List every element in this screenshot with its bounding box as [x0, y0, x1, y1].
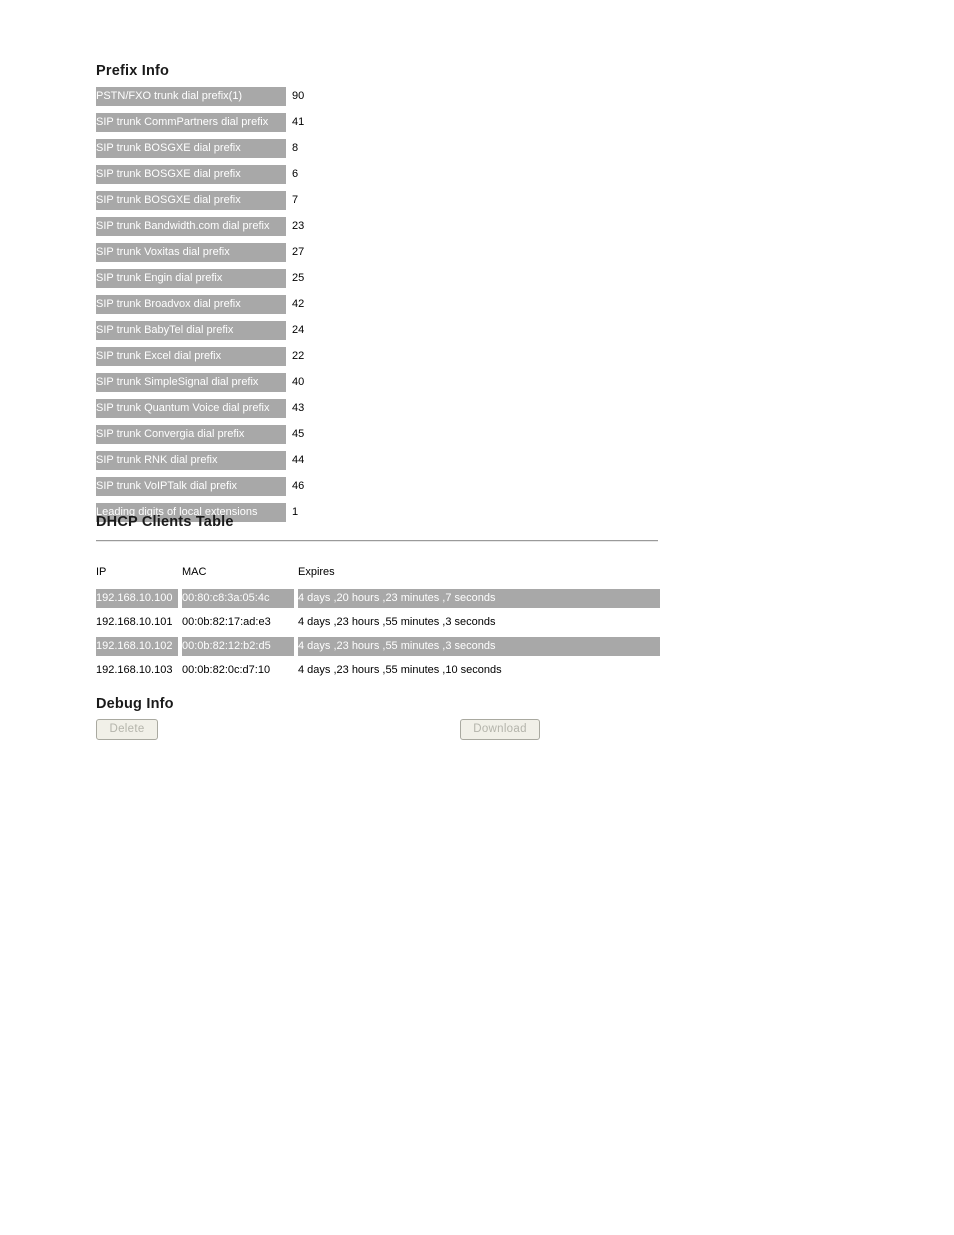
prefix-value: 24	[292, 324, 305, 336]
prefix-row: SIP trunk RNK dial prefix 44	[96, 451, 406, 470]
prefix-value: 40	[292, 376, 305, 388]
prefix-row: PSTN/FXO trunk dial prefix(1) 90	[96, 87, 406, 106]
spacer-row	[96, 392, 406, 399]
dhcp-table-header-row: IP MAC Expires	[96, 564, 660, 581]
spacer-row	[96, 418, 406, 425]
prefix-label: SIP trunk BOSGXE dial prefix	[96, 191, 286, 210]
prefix-value: 6	[292, 168, 299, 180]
prefix-value: 22	[292, 350, 305, 362]
prefix-value: 7	[292, 194, 299, 206]
prefix-label: SIP trunk BabyTel dial prefix	[96, 321, 286, 340]
column-header-ip: IP	[96, 566, 107, 578]
dhcp-cell-expires: 4 days ,23 hours ,55 minutes ,3 seconds	[298, 637, 660, 656]
prefix-value: 45	[292, 428, 305, 440]
spacer-row	[96, 470, 406, 477]
prefix-info-table: PSTN/FXO trunk dial prefix(1) 90 SIP trunk…	[96, 87, 406, 522]
prefix-row: SIP trunk Quantum Voice dial prefix 43	[96, 399, 406, 418]
prefix-value: 43	[292, 402, 305, 414]
prefix-row: SIP trunk Excel dial prefix 22	[96, 347, 406, 366]
table-row: 192.168.10.103 00:0b:82:0c:d7:10 4 days ,2…	[96, 661, 660, 680]
prefix-label: SIP trunk CommPartners dial prefix	[96, 113, 286, 132]
dhcp-cell-mac: 00:0b:82:0c:d7:10	[182, 664, 271, 676]
debug-info-section: Debug Info Delete Download	[96, 696, 556, 741]
dhcp-cell-mac: 00:0b:82:17:ad:e3	[182, 616, 271, 628]
prefix-label: SIP trunk Excel dial prefix	[96, 347, 286, 366]
prefix-label: SIP trunk Voxitas dial prefix	[96, 243, 286, 262]
prefix-label: SIP trunk BOSGXE dial prefix	[96, 165, 286, 184]
table-row: 192.168.10.102 00:0b:82:12:b2:d5 4 days ,2…	[96, 637, 660, 656]
prefix-label: SIP trunk SimpleSignal dial prefix	[96, 373, 286, 392]
column-header-expires: Expires	[298, 566, 335, 578]
prefix-label: SIP trunk Quantum Voice dial prefix	[96, 399, 286, 418]
dhcp-cell-mac: 00:80:c8:3a:05:4c	[182, 589, 294, 608]
prefix-row: SIP trunk Broadvox dial prefix 42	[96, 295, 406, 314]
table-row: 192.168.10.100 00:80:c8:3a:05:4c 4 days ,2…	[96, 589, 660, 608]
prefix-label: SIP trunk BOSGXE dial prefix	[96, 139, 286, 158]
prefix-value: 90	[292, 90, 305, 102]
prefix-row: SIP trunk BOSGXE dial prefix 8	[96, 139, 406, 158]
column-header-mac: MAC	[182, 566, 207, 578]
prefix-row: SIP trunk BOSGXE dial prefix 7	[96, 191, 406, 210]
prefix-row: SIP trunk BabyTel dial prefix 24	[96, 321, 406, 340]
dhcp-cell-expires: 4 days ,20 hours ,23 minutes ,7 seconds	[298, 589, 660, 608]
prefix-row: SIP trunk SimpleSignal dial prefix 40	[96, 373, 406, 392]
prefix-row: SIP trunk Convergia dial prefix 45	[96, 425, 406, 444]
prefix-value: 46	[292, 480, 305, 492]
prefix-label: PSTN/FXO trunk dial prefix(1)	[96, 87, 286, 106]
prefix-value: 23	[292, 220, 305, 232]
prefix-value: 44	[292, 454, 305, 466]
prefix-label: SIP trunk Engin dial prefix	[96, 269, 286, 288]
dhcp-clients-section: DHCP Clients Table IP MAC Expires 192.16…	[96, 514, 660, 680]
dhcp-clients-heading: DHCP Clients Table	[96, 514, 234, 530]
prefix-value: 27	[292, 246, 305, 258]
table-row: 192.168.10.101 00:0b:82:17:ad:e3 4 days ,2…	[96, 613, 660, 632]
prefix-row: SIP trunk VoIPTalk dial prefix 46	[96, 477, 406, 496]
prefix-value: 42	[292, 298, 305, 310]
dhcp-cell-ip: 192.168.10.102	[96, 637, 178, 656]
dhcp-cell-mac: 00:0b:82:12:b2:d5	[182, 637, 294, 656]
spacer-row	[96, 314, 406, 321]
spacer-row	[96, 340, 406, 347]
spacer-row	[96, 288, 406, 295]
prefix-row: SIP trunk Engin dial prefix 25	[96, 269, 406, 288]
prefix-info-section: Prefix Info PSTN/FXO trunk dial prefix(1…	[96, 63, 406, 522]
dhcp-cell-expires: 4 days ,23 hours ,55 minutes ,3 seconds	[298, 616, 496, 628]
prefix-row: SIP trunk Voxitas dial prefix 27	[96, 243, 406, 262]
spacer-row	[96, 496, 406, 503]
debug-info-heading: Debug Info	[96, 696, 174, 712]
spacer-row	[96, 106, 406, 113]
prefix-row: SIP trunk BOSGXE dial prefix 6	[96, 165, 406, 184]
debug-info-button-bar: Delete Download	[96, 719, 556, 741]
prefix-info-heading: Prefix Info	[96, 63, 170, 79]
dhcp-cell-expires: 4 days ,23 hours ,55 minutes ,10 seconds	[298, 664, 502, 676]
prefix-value: 41	[292, 116, 305, 128]
dhcp-cell-ip: 192.168.10.103	[96, 664, 173, 676]
dhcp-clients-table: IP MAC Expires 192.168.10.100 00:80:c8:3a…	[96, 564, 660, 680]
spacer-row	[96, 184, 406, 191]
delete-button[interactable]: Delete	[96, 719, 158, 740]
prefix-label: SIP trunk Bandwidth.com dial prefix	[96, 217, 286, 236]
section-divider	[96, 540, 658, 542]
spacer-row	[96, 210, 406, 217]
prefix-label: SIP trunk Broadvox dial prefix	[96, 295, 286, 314]
prefix-value: 8	[292, 142, 299, 154]
prefix-label: SIP trunk Convergia dial prefix	[96, 425, 286, 444]
prefix-value: 25	[292, 272, 305, 284]
download-button[interactable]: Download	[460, 719, 540, 740]
spacer-row	[96, 581, 660, 589]
prefix-label: SIP trunk RNK dial prefix	[96, 451, 286, 470]
spacer-row	[96, 366, 406, 373]
prefix-row: SIP trunk Bandwidth.com dial prefix 23	[96, 217, 406, 236]
spacer-row	[96, 132, 406, 139]
spacer-row	[96, 262, 406, 269]
spacer-row	[96, 158, 406, 165]
prefix-label: SIP trunk VoIPTalk dial prefix	[96, 477, 286, 496]
spacer-row	[96, 236, 406, 243]
dhcp-cell-ip: 192.168.10.100	[96, 589, 178, 608]
prefix-row: SIP trunk CommPartners dial prefix 41	[96, 113, 406, 132]
dhcp-cell-ip: 192.168.10.101	[96, 616, 173, 628]
spacer-row	[96, 444, 406, 451]
